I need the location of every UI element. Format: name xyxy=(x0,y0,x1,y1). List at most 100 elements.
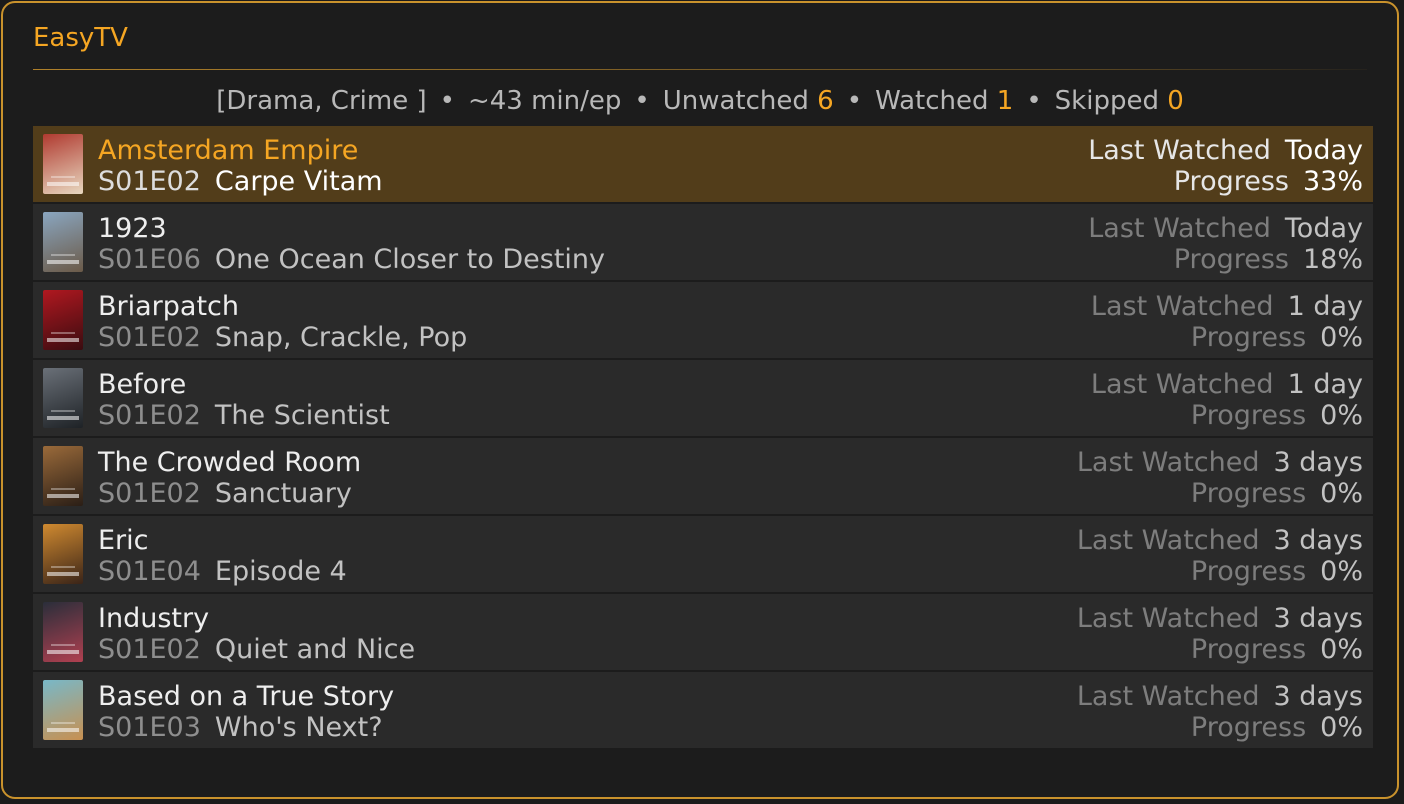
episode-code: S01E06 xyxy=(98,244,201,275)
episode-title: Quiet and Nice xyxy=(214,634,416,665)
poster-thumbnail xyxy=(43,134,83,194)
show-row[interactable]: Briarpatch S01E02 Snap, Crackle, Pop Last… xyxy=(33,282,1373,358)
last-watched-value: Today xyxy=(1284,213,1363,244)
episode-line: S01E06 One Ocean Closer to Destiny xyxy=(98,245,605,275)
bullet-separator: • xyxy=(634,86,650,116)
progress-label: Progress xyxy=(1190,712,1307,743)
show-row[interactable]: Amsterdam Empire S01E02 Carpe Vitam Last … xyxy=(33,126,1373,202)
progress-label: Progress xyxy=(1190,400,1307,431)
last-watched-line: Last Watched Today xyxy=(1088,214,1363,244)
episode-title: Sanctuary xyxy=(214,478,352,509)
poster-decoration xyxy=(47,182,79,186)
last-watched-line: Last Watched 3 days xyxy=(1077,682,1363,712)
show-row[interactable]: Before S01E02 The Scientist Last Watched 1… xyxy=(33,360,1373,436)
last-watched-line: Last Watched 3 days xyxy=(1077,604,1363,634)
poster-decoration xyxy=(47,728,79,732)
poster-decoration xyxy=(47,416,79,420)
show-title: Based on a True Story xyxy=(98,681,395,712)
episode-line: S01E02 The Scientist xyxy=(98,401,390,431)
show-row[interactable]: Industry S01E02 Quiet and Nice Last Watch… xyxy=(33,594,1373,670)
last-watched-value: 3 days xyxy=(1273,603,1364,634)
progress-line: Progress 33% xyxy=(1174,167,1363,197)
show-title: Briarpatch xyxy=(98,291,239,322)
poster-thumbnail xyxy=(43,368,83,428)
progress-label: Progress xyxy=(1190,322,1307,353)
summary-bar: [Drama, Crime ] • ~43 min/ep • Unwatched 6 • W… xyxy=(33,83,1367,119)
last-watched-line: Last Watched Today xyxy=(1088,136,1363,166)
poster-decoration xyxy=(51,410,75,412)
poster-decoration xyxy=(47,572,79,576)
progress-line: Progress 0% xyxy=(1191,635,1363,665)
show-row[interactable]: Based on a True Story S01E03 Who's Next? … xyxy=(33,672,1373,748)
episode-line: S01E04 Episode 4 xyxy=(98,557,347,587)
poster-thumbnail xyxy=(43,290,83,350)
last-watched-label: Last Watched xyxy=(1090,291,1274,322)
poster-decoration xyxy=(51,176,75,178)
last-watched-value: 3 days xyxy=(1273,681,1364,712)
show-row[interactable]: The Crowded Room S01E02 Sanctuary Last Wa… xyxy=(33,438,1373,514)
poster-thumbnail xyxy=(43,602,83,662)
last-watched-line: Last Watched 3 days xyxy=(1077,526,1363,556)
show-title: The Crowded Room xyxy=(98,447,362,478)
episode-code: S01E02 xyxy=(98,634,201,665)
progress-label: Progress xyxy=(1190,478,1307,509)
progress-label: Progress xyxy=(1173,244,1289,275)
episode-title: Who's Next? xyxy=(214,712,383,743)
show-title: Amsterdam Empire xyxy=(98,135,359,166)
episode-code: S01E04 xyxy=(98,556,201,587)
watched-label: Watched xyxy=(875,86,989,116)
show-list: Amsterdam Empire S01E02 Carpe Vitam Last … xyxy=(33,126,1373,750)
skipped-count: 0 xyxy=(1167,86,1184,116)
show-title: 1923 xyxy=(98,213,167,244)
runtime-text: ~43 min/ep xyxy=(467,86,622,116)
progress-label: Progress xyxy=(1173,166,1289,197)
episode-title: Snap, Crackle, Pop xyxy=(214,322,468,353)
progress-value: 0% xyxy=(1320,556,1363,587)
last-watched-label: Last Watched xyxy=(1076,447,1260,478)
last-watched-label: Last Watched xyxy=(1076,525,1260,556)
easytv-dialog: EasyTV [Drama, Crime ] • ~43 min/ep • Unwatc… xyxy=(1,1,1399,799)
poster-decoration xyxy=(51,254,75,256)
show-title: Eric xyxy=(98,525,149,556)
progress-line: Progress 0% xyxy=(1191,323,1363,353)
last-watched-value: 3 days xyxy=(1273,525,1364,556)
poster-decoration xyxy=(47,494,79,498)
progress-value: 0% xyxy=(1320,322,1363,353)
episode-code: S01E03 xyxy=(98,712,201,743)
poster-thumbnail xyxy=(43,680,83,740)
dialog-title: EasyTV xyxy=(33,23,128,53)
bullet-separator: • xyxy=(846,86,863,116)
episode-code: S01E02 xyxy=(98,478,201,509)
genres-text: [Drama, Crime ] xyxy=(216,86,427,116)
show-row[interactable]: 1923 S01E06 One Ocean Closer to Destiny L… xyxy=(33,204,1373,280)
show-title: Before xyxy=(98,369,187,400)
episode-line: S01E02 Carpe Vitam xyxy=(98,167,383,197)
progress-label: Progress xyxy=(1190,556,1307,587)
last-watched-label: Last Watched xyxy=(1088,213,1271,244)
episode-line: S01E02 Quiet and Nice xyxy=(98,635,415,665)
show-row[interactable]: Eric S01E04 Episode 4 Last Watched 3 days … xyxy=(33,516,1373,592)
poster-decoration xyxy=(47,650,79,654)
last-watched-label: Last Watched xyxy=(1076,681,1260,712)
progress-value: 0% xyxy=(1320,634,1363,665)
last-watched-label: Last Watched xyxy=(1090,369,1274,400)
progress-label: Progress xyxy=(1190,634,1307,665)
poster-decoration xyxy=(51,644,75,646)
poster-decoration xyxy=(47,338,79,342)
watched-count: 1 xyxy=(996,86,1014,116)
last-watched-line: Last Watched 1 day xyxy=(1091,292,1363,322)
last-watched-value: 1 day xyxy=(1287,369,1363,400)
progress-value: 0% xyxy=(1320,478,1363,509)
poster-thumbnail xyxy=(43,212,83,272)
episode-code: S01E02 xyxy=(98,400,201,431)
episode-code: S01E02 xyxy=(98,166,201,197)
progress-value: 0% xyxy=(1320,712,1363,743)
episode-title: One Ocean Closer to Destiny xyxy=(214,244,605,275)
last-watched-line: Last Watched 3 days xyxy=(1077,448,1363,478)
poster-decoration xyxy=(51,566,75,568)
episode-line: S01E02 Snap, Crackle, Pop xyxy=(98,323,467,353)
poster-thumbnail xyxy=(43,524,83,584)
episode-line: S01E02 Sanctuary xyxy=(98,479,352,509)
poster-thumbnail xyxy=(43,446,83,506)
bullet-separator: • xyxy=(1026,86,1042,116)
